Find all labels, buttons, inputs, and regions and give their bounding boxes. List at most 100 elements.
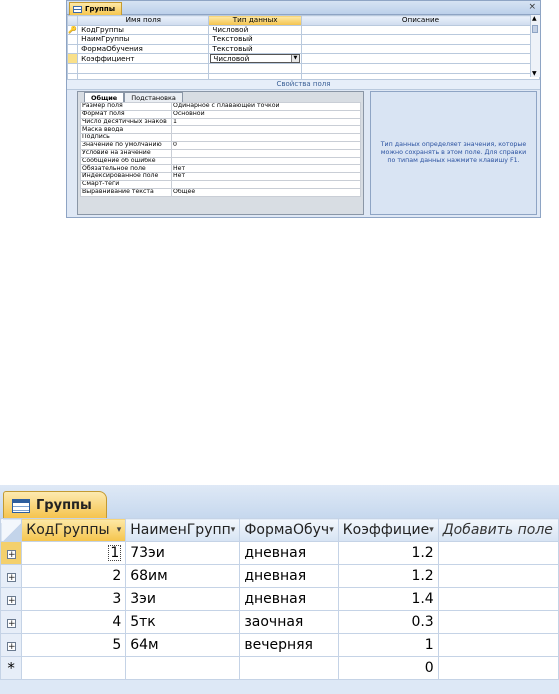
field-row-selected[interactable]: Коэффициент Числовой ▼	[66, 53, 541, 64]
scroll-up-icon[interactable]: ▲	[532, 15, 537, 22]
cell-form[interactable]: дневная	[239, 587, 339, 611]
row-selector[interactable]: +	[0, 564, 23, 588]
property-row[interactable]: Подпись	[80, 133, 361, 142]
cell-add[interactable]	[437, 541, 559, 565]
cell-coef[interactable]: 1.2	[337, 541, 439, 565]
field-desc-cell[interactable]	[300, 63, 541, 74]
property-value[interactable]	[171, 179, 361, 189]
select-all-corner[interactable]	[0, 518, 23, 542]
property-row[interactable]: Маска ввода	[80, 125, 361, 135]
sort-filter-icon[interactable]: ▾	[429, 525, 434, 535]
expand-plus-icon[interactable]: +	[7, 573, 16, 583]
cell-add[interactable]	[437, 587, 559, 611]
field-desc-cell[interactable]	[300, 43, 541, 54]
cell-name[interactable]: 73эи	[125, 541, 241, 565]
cell-name[interactable]: 64м	[125, 633, 241, 657]
property-value[interactable]	[171, 156, 361, 166]
property-value[interactable]	[171, 125, 361, 135]
cell-id[interactable]: 3	[21, 587, 127, 611]
property-value[interactable]	[171, 133, 361, 142]
expand-plus-icon[interactable]: +	[7, 642, 16, 652]
expand-plus-icon[interactable]: +	[7, 619, 16, 629]
grid-corner[interactable]	[66, 15, 79, 26]
new-record-selector[interactable]: *	[0, 656, 23, 680]
cell-form[interactable]: вечерняя	[239, 633, 339, 657]
cell-coef[interactable]: 1.2	[337, 564, 439, 588]
cell-form[interactable]: дневная	[239, 564, 339, 588]
vertical-scrollbar[interactable]: ▲ ▼	[530, 15, 540, 77]
cell-coef[interactable]: 1.4	[337, 587, 439, 611]
sort-filter-icon[interactable]: ▾	[329, 525, 334, 535]
cell-form[interactable]: дневная	[239, 541, 339, 565]
cell-add[interactable]	[437, 564, 559, 588]
field-name-cell[interactable]: НаимГруппы	[77, 34, 210, 45]
property-row[interactable]: Формат поля Основной	[80, 109, 361, 119]
row-selector[interactable]: +	[0, 610, 23, 634]
row-selector[interactable]: +	[0, 541, 23, 565]
property-row[interactable]: Индексированное поле Нет	[80, 172, 361, 181]
cell-coef[interactable]: 0	[337, 656, 439, 680]
field-row[interactable]: НаимГруппы Текстовый	[66, 34, 541, 45]
field-desc-cell[interactable]	[300, 24, 541, 35]
scroll-thumb[interactable]	[532, 25, 538, 33]
property-value[interactable]: 0	[171, 140, 361, 150]
cell-id[interactable]: 1	[21, 541, 127, 565]
cell-id[interactable]	[21, 656, 127, 680]
tab-general[interactable]: Общие	[84, 92, 125, 102]
cell-form[interactable]	[239, 656, 339, 680]
cell-name[interactable]: 5тк	[125, 610, 241, 634]
property-row[interactable]: Число десятичных знаков 1	[80, 117, 361, 127]
expand-plus-icon[interactable]: +	[7, 550, 16, 560]
table-row[interactable]: + 1 73эи дневная 1.2	[0, 541, 559, 565]
col-header-naimengrupp[interactable]: НаименГрупп ▾	[125, 518, 241, 542]
row-selector[interactable]: +	[0, 587, 23, 611]
row-selector[interactable]: +	[0, 633, 23, 657]
property-value[interactable]: Нет	[171, 164, 361, 174]
chevron-down-icon[interactable]: ▼	[290, 55, 299, 62]
property-value[interactable]: Одинарное с плавающей точкой	[171, 102, 361, 111]
table-row[interactable]: + 3 3эи дневная 1.4	[0, 587, 559, 611]
field-name-cell[interactable]: Коэффициент	[77, 53, 210, 64]
field-name-cell[interactable]: ФормаОбучения	[77, 43, 210, 54]
property-row[interactable]: Выравнивание текста Общее	[80, 187, 361, 197]
row-selector[interactable]	[66, 43, 79, 54]
field-type-cell[interactable]	[208, 63, 302, 74]
property-value[interactable]: Основной	[171, 109, 361, 119]
cell-name[interactable]: 3эи	[125, 587, 241, 611]
field-type-cell[interactable]: Числовой ▼	[208, 53, 302, 64]
field-row[interactable]: 🔑 КодГруппы Числовой	[66, 24, 541, 35]
cell-add[interactable]	[437, 656, 559, 680]
property-value[interactable]: Общее	[171, 187, 361, 197]
col-header-kodgruppy[interactable]: КодГруппы ▾	[21, 518, 127, 542]
property-row[interactable]: Смарт-теги	[80, 179, 361, 189]
data-type-dropdown[interactable]: Числовой ▼	[210, 54, 300, 63]
cell-name[interactable]	[125, 656, 241, 680]
property-row[interactable]: Размер поля Одинарное с плавающей точкой	[80, 102, 361, 111]
field-name-cell[interactable]	[77, 63, 210, 74]
table-row[interactable]: + 5 64м вечерняя 1	[0, 633, 559, 657]
property-value[interactable]: 1	[171, 117, 361, 127]
close-icon[interactable]: ×	[528, 1, 536, 13]
sort-filter-icon[interactable]: ▾	[231, 525, 236, 535]
row-selector[interactable]	[66, 34, 79, 45]
field-desc-cell[interactable]	[300, 34, 541, 45]
property-row[interactable]: Значение по умолчанию 0	[80, 140, 361, 150]
new-record-row[interactable]: * 0	[0, 656, 559, 680]
col-header-koefficient[interactable]: Коэффицие ▾	[337, 518, 439, 542]
cell-coef[interactable]: 1	[337, 633, 439, 657]
design-doc-tab[interactable]: Группы	[69, 2, 123, 15]
field-desc-cell[interactable]	[300, 53, 541, 64]
cell-id[interactable]: 2	[21, 564, 127, 588]
cell-form[interactable]: заочная	[239, 610, 339, 634]
datasheet-doc-tab[interactable]: Группы	[3, 491, 107, 519]
property-row[interactable]: Обязательное поле Нет	[80, 164, 361, 174]
expand-plus-icon[interactable]: +	[7, 596, 16, 606]
field-type-cell[interactable]: Числовой	[208, 24, 302, 35]
field-row[interactable]: ФормаОбучения Текстовый	[66, 43, 541, 54]
scroll-down-icon[interactable]: ▼	[532, 70, 537, 77]
cell-id[interactable]: 4	[21, 610, 127, 634]
col-header-field-name[interactable]: Имя поля	[77, 15, 210, 26]
property-value[interactable]: Нет	[171, 172, 361, 181]
row-selector[interactable]	[66, 63, 79, 74]
cell-coef[interactable]: 0.3	[337, 610, 439, 634]
